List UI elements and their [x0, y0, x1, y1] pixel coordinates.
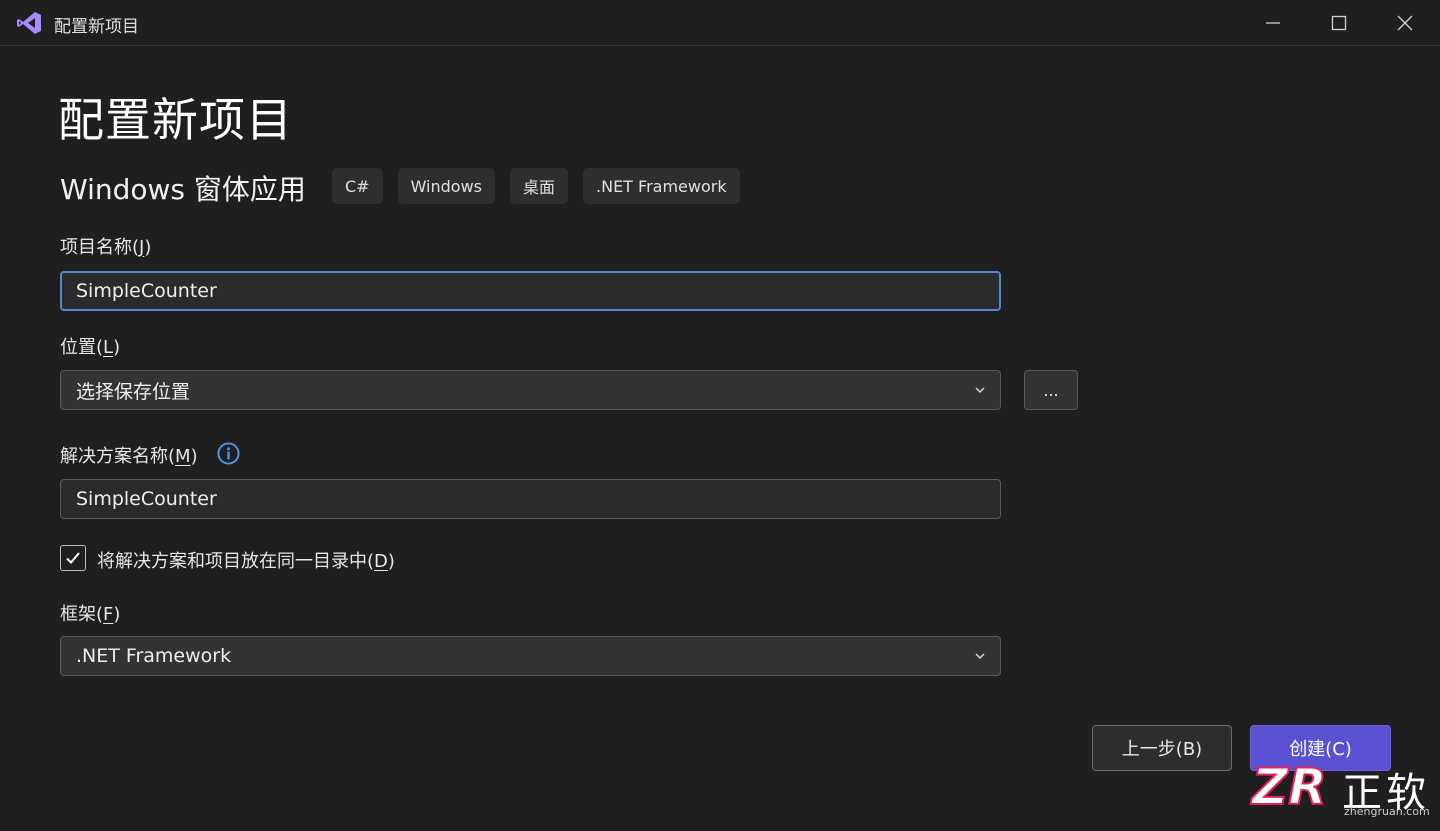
info-icon[interactable] [217, 442, 240, 465]
project-name-label: 项目名称(J) [60, 237, 152, 258]
chevron-down-icon [975, 387, 985, 394]
template-name: Windows 窗体应用 [60, 173, 306, 206]
location-dropdown[interactable]: 选择保存位置 [60, 370, 1001, 410]
maximize-icon [1331, 15, 1347, 31]
title-bar: 配置新项目 [0, 0, 1440, 46]
tag-language: C# [332, 168, 383, 204]
tag-framework: .NET Framework [583, 168, 740, 204]
framework-value: .NET Framework [76, 645, 232, 667]
page-title: 配置新项目 [58, 93, 293, 147]
maximize-button[interactable] [1306, 0, 1372, 46]
template-tags: C# Windows 桌面 .NET Framework [332, 168, 740, 204]
solution-name-input[interactable] [60, 479, 1001, 519]
tag-platform: Windows [397, 168, 495, 204]
solution-name-label: 解决方案名称(M) [60, 446, 198, 467]
location-label: 位置(L) [60, 337, 121, 358]
window-title: 配置新项目 [54, 17, 139, 37]
back-button[interactable]: 上一步(B) [1092, 725, 1232, 771]
watermark-logo: ZR 正软 zhengruan.com [1251, 757, 1432, 818]
project-name-input[interactable] [60, 271, 1001, 311]
visual-studio-logo-icon [17, 12, 41, 34]
same-directory-label[interactable]: 将解决方案和项目放在同一目录中(D) [97, 547, 395, 573]
location-value: 选择保存位置 [76, 380, 191, 403]
browse-location-button[interactable]: ... [1024, 370, 1078, 410]
framework-label: 框架(F) [60, 604, 121, 625]
close-icon [1397, 15, 1413, 31]
minimize-button[interactable] [1240, 0, 1306, 46]
framework-dropdown[interactable]: .NET Framework [60, 636, 1001, 676]
configure-project-window: 配置新项目 配置新项目 Windows 窗体应用 C# Windows 桌面 .… [0, 0, 1440, 831]
chevron-down-icon [975, 653, 985, 660]
minimize-icon [1266, 22, 1280, 24]
same-directory-checkbox[interactable] [60, 545, 86, 571]
close-button[interactable] [1372, 0, 1438, 46]
watermark-zr-logo: ZR [1251, 757, 1328, 817]
checkmark-icon [66, 552, 80, 564]
tag-type: 桌面 [510, 168, 569, 204]
watermark-site: zhengruan.com [1344, 805, 1430, 818]
